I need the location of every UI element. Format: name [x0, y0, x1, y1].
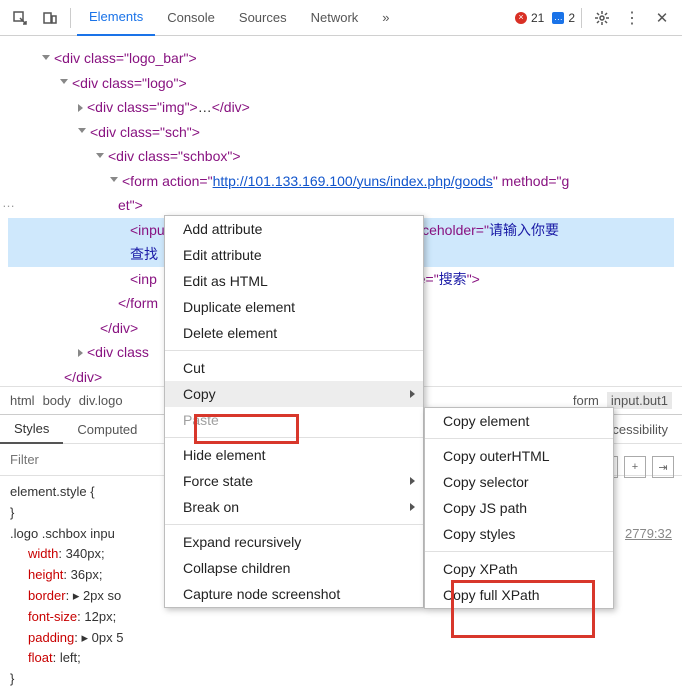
inspect-icon[interactable] — [6, 4, 34, 32]
ctx-item-copy[interactable]: Copy — [165, 381, 423, 407]
tab-computed[interactable]: Computed — [63, 414, 151, 444]
ctx-item-edit-attribute[interactable]: Edit attribute — [165, 242, 423, 268]
ellipsis-marker: … — [2, 192, 16, 215]
close-icon[interactable]: ✕ — [648, 4, 676, 32]
ctx-item-edit-as-html[interactable]: Edit as HTML — [165, 268, 423, 294]
tab-console[interactable]: Console — [155, 0, 227, 36]
ctx-item-expand-recursively[interactable]: Expand recursively — [165, 529, 423, 555]
dom-node[interactable]: <div class="logo"> — [72, 75, 187, 91]
error-count: 21 — [531, 11, 544, 25]
tab-styles[interactable]: Styles — [0, 414, 63, 444]
dom-node[interactable]: <div class — [87, 344, 149, 360]
dom-node[interactable]: <div class="schbox"> — [108, 148, 241, 164]
css-prop[interactable]: width — [28, 546, 58, 561]
css-prop[interactable]: border — [28, 588, 66, 603]
dom-node[interactable]: <div class="img"> — [87, 99, 198, 115]
ctx-item-duplicate-element[interactable]: Duplicate element — [165, 294, 423, 320]
panel-tabs: Elements Console Sources Network » — [77, 0, 402, 36]
ctx-item-delete-element[interactable]: Delete element — [165, 320, 423, 346]
device-toggle-icon[interactable] — [36, 4, 64, 32]
css-selector[interactable]: .logo .schbox inpu — [10, 526, 115, 541]
separator — [70, 8, 71, 28]
ctx-item-copy-element[interactable]: Copy element — [425, 408, 613, 434]
css-prop[interactable]: height — [28, 567, 63, 582]
breadcrumb-item[interactable]: html — [10, 393, 35, 408]
ctx-item-break-on[interactable]: Break on — [165, 494, 423, 520]
dom-node[interactable]: <div class="logo_bar"> — [54, 50, 197, 66]
expand-toggle[interactable] — [78, 104, 83, 112]
css-selector[interactable]: element.style { — [10, 484, 95, 499]
new-rule-icon[interactable]: + — [624, 456, 646, 478]
breadcrumb-item[interactable]: body — [43, 393, 71, 408]
ctx-item-copy-full-xpath[interactable]: Copy full XPath — [425, 582, 613, 608]
expand-toggle[interactable] — [78, 349, 83, 357]
css-prop[interactable]: padding — [28, 630, 74, 645]
ctx-item-capture-node-screenshot[interactable]: Capture node screenshot — [165, 581, 423, 607]
dom-node[interactable]: <div class="sch"> — [90, 124, 200, 140]
error-badge[interactable]: ×21 — [515, 11, 544, 25]
context-submenu-copy: Copy elementCopy outerHTMLCopy selectorC… — [424, 407, 614, 609]
separator — [581, 8, 582, 28]
ctx-item-copy-js-path[interactable]: Copy JS path — [425, 495, 613, 521]
ctx-item-copy-styles[interactable]: Copy styles — [425, 521, 613, 547]
expand-toggle[interactable] — [60, 79, 68, 88]
tab-more[interactable]: » — [370, 0, 401, 36]
css-prop[interactable]: float — [28, 650, 53, 665]
css-source-link[interactable]: 2779:32 — [625, 524, 672, 545]
tab-network[interactable]: Network — [299, 0, 371, 36]
breadcrumb-item[interactable]: div.logo — [79, 393, 123, 408]
devtools-toolbar: Elements Console Sources Network » ×21 …… — [0, 0, 682, 36]
ctx-item-copy-xpath[interactable]: Copy XPath — [425, 556, 613, 582]
expand-toggle[interactable] — [110, 177, 118, 186]
expand-toggle[interactable] — [78, 128, 86, 137]
dom-node[interactable]: <form action=" — [122, 173, 213, 189]
kebab-icon[interactable]: ⋮ — [618, 4, 646, 32]
ctx-item-cut[interactable]: Cut — [165, 355, 423, 381]
tab-sources[interactable]: Sources — [227, 0, 299, 36]
ctx-item-copy-selector[interactable]: Copy selector — [425, 469, 613, 495]
ctx-item-copy-outerhtml[interactable]: Copy outerHTML — [425, 443, 613, 469]
context-menu: Add attributeEdit attributeEdit as HTMLD… — [164, 215, 424, 608]
export-icon[interactable]: ⇥ — [652, 456, 674, 478]
gear-icon[interactable] — [588, 4, 616, 32]
message-count: 2 — [568, 11, 575, 25]
expand-toggle[interactable] — [96, 153, 104, 162]
css-prop[interactable]: font-size — [28, 609, 77, 624]
message-badge[interactable]: …2 — [552, 11, 575, 25]
ctx-item-hide-element[interactable]: Hide element — [165, 442, 423, 468]
ctx-item-collapse-children[interactable]: Collapse children — [165, 555, 423, 581]
breadcrumb-item-current[interactable]: input.but1 — [607, 392, 672, 409]
ctx-item-paste[interactable]: Paste — [165, 407, 423, 433]
ctx-item-force-state[interactable]: Force state — [165, 468, 423, 494]
breadcrumb-item[interactable]: form — [573, 393, 599, 408]
dom-node[interactable]: <inp — [130, 271, 157, 287]
tab-elements[interactable]: Elements — [77, 0, 155, 36]
expand-toggle[interactable] — [42, 55, 50, 64]
ctx-item-add-attribute[interactable]: Add attribute — [165, 216, 423, 242]
